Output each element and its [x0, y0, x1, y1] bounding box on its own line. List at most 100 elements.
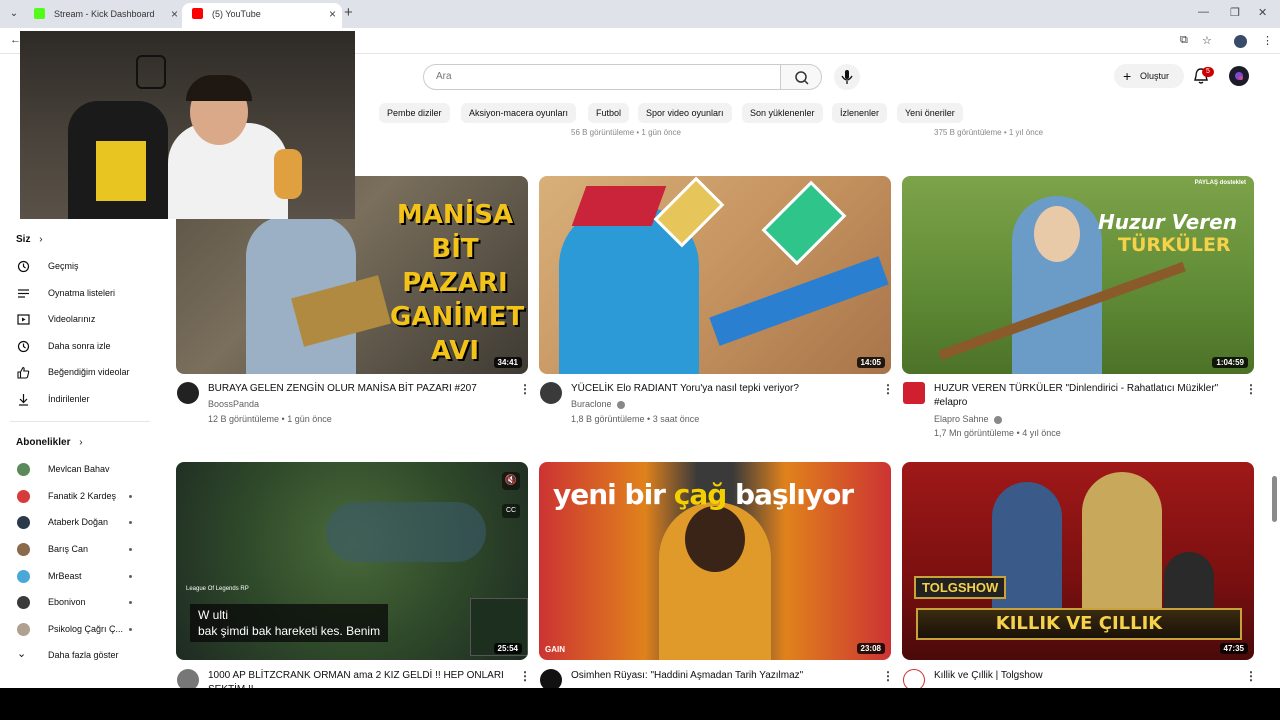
minimize-icon[interactable]: —: [1198, 6, 1209, 18]
webcam-chair-stripe: [96, 141, 146, 201]
video-preview-player[interactable]: 🔇 CC League Of Legends RP W ulti bak şim…: [176, 462, 528, 660]
video-channel[interactable]: BoossPanda: [208, 399, 259, 409]
voice-search-button[interactable]: [834, 64, 860, 90]
clock-icon: [17, 340, 30, 353]
channel-avatar[interactable]: [903, 382, 925, 404]
video-duration: 1:04:59: [1212, 357, 1248, 368]
channel-avatar[interactable]: [540, 382, 562, 404]
sidebar-item-label: Videolarınız: [48, 314, 96, 324]
thumbnail-overlay-text: yeni bir çağ başlıyor: [553, 478, 854, 511]
maximize-icon[interactable]: ❐: [1230, 6, 1240, 19]
sidebar-item-playlists[interactable]: Oynatma listeleri: [0, 281, 150, 305]
more-actions-icon[interactable]: ⋮: [1245, 669, 1257, 683]
thumbnail-show-logo: TOLGSHOW: [914, 576, 1007, 599]
mute-icon[interactable]: 🔇: [502, 472, 520, 490]
video-meta: 12 B görüntüleme • 1 gün önce: [208, 414, 332, 424]
video-thumbnail[interactable]: yeni bir çağ başlıyor GAIN 23:08: [539, 462, 891, 660]
sidebar-item-liked-videos[interactable]: Beğendiğim videolar: [0, 360, 150, 384]
close-tab-icon[interactable]: ×: [329, 3, 336, 25]
tab-search-icon[interactable]: ⌄: [6, 6, 22, 22]
more-actions-icon[interactable]: ⋮: [882, 669, 894, 683]
install-app-icon[interactable]: ⧉: [1180, 34, 1188, 47]
video-title[interactable]: BURAYA GELEN ZENGİN OLUR MANİSA BİT PAZA…: [208, 382, 508, 396]
video-thumbnail[interactable]: PAYLAŞ dosteklet Huzur Veren TÜRKÜLER 1:…: [902, 176, 1254, 374]
game-overlay-label: League Of Legends RP: [186, 586, 249, 592]
search-icon: [795, 71, 809, 85]
page-scrollbar-track[interactable]: [1268, 56, 1280, 688]
sidebar-subscriptions-header[interactable]: Abonelikler ›: [16, 437, 83, 448]
close-tab-icon[interactable]: ×: [171, 3, 178, 25]
sidebar-item-watch-later[interactable]: Daha sonra izle: [0, 334, 150, 358]
account-avatar[interactable]: [1229, 66, 1249, 86]
thumbnail-face: [685, 506, 745, 572]
video-title[interactable]: YÜCELİK Elo RADIANT Yoru'ya nasıl tepki …: [571, 382, 871, 396]
thumbs-up-icon: [17, 366, 30, 379]
more-actions-icon[interactable]: ⋮: [519, 382, 531, 396]
video-thumbnail[interactable]: 14:05: [539, 176, 891, 374]
video-duration: 14:05: [856, 357, 885, 368]
captions-icon[interactable]: CC: [502, 504, 520, 518]
thumbnail-face: [1034, 206, 1080, 262]
bookmark-star-icon[interactable]: ☆: [1202, 34, 1212, 47]
tab-title: (5) YouTube: [212, 9, 261, 19]
page-scrollbar-thumb[interactable]: [1272, 476, 1277, 522]
sidebar-sub-label: Fanatik 2 Kardeş: [48, 491, 117, 501]
caption-box: W ulti bak şimdi bak hareketi kes. Benim: [190, 604, 389, 642]
sidebar-item-history[interactable]: Geçmiş: [0, 254, 150, 278]
chip-yeni-oneriler[interactable]: Yeni öneriler: [897, 103, 963, 123]
thumbnail-logo: GAIN: [545, 645, 565, 654]
browser-menu-icon[interactable]: ⋮: [1262, 34, 1273, 47]
more-actions-icon[interactable]: ⋮: [1245, 382, 1257, 396]
chevron-right-icon: ›: [39, 234, 43, 245]
channel-name: Elapro Sahne: [934, 414, 989, 424]
new-content-dot: [129, 521, 132, 524]
sidebar-sub-item[interactable]: Ataberk Doğan: [0, 510, 150, 534]
video-thumbnail[interactable]: TOLGSHOW KILLIK VE ÇILLIK 47:35: [902, 462, 1254, 660]
video-title[interactable]: HUZUR VEREN TÜRKÜLER "Dinlendirici - Rah…: [934, 382, 1234, 410]
sidebar-item-your-videos[interactable]: Videolarınız: [0, 307, 150, 331]
sidebar-sub-item[interactable]: Ebonivon: [0, 590, 150, 614]
channel-name: Buraclone: [571, 399, 612, 409]
close-window-icon[interactable]: ✕: [1258, 6, 1267, 19]
sidebar-sub-item[interactable]: Fanatik 2 Kardeş: [0, 484, 150, 508]
sidebar-sub-label: Barış Can: [48, 544, 89, 554]
more-actions-icon[interactable]: ⋮: [519, 669, 531, 683]
sidebar-sub-item[interactable]: Psikolog Çağrı Ç...: [0, 617, 150, 641]
history-icon: [17, 260, 30, 273]
sidebar-sub-label: MrBeast: [48, 571, 82, 581]
chip-pembe-diziler[interactable]: Pembe diziler: [379, 103, 450, 123]
profile-icon[interactable]: [1234, 35, 1247, 48]
sidebar-show-more[interactable]: ⌄ Daha fazla göster: [0, 643, 150, 667]
chip-izlenenler[interactable]: İzlenenler: [832, 103, 888, 123]
chevron-down-icon: ⌄: [17, 648, 27, 660]
video-duration: 34:41: [493, 357, 522, 368]
sidebar-sub-item[interactable]: MrBeast: [0, 564, 150, 588]
video-title[interactable]: Osimhen Rüyası: "Haddini Aşmadan Tarih Y…: [571, 669, 871, 683]
chip-spor-video-oyunlari[interactable]: Spor video oyunları: [638, 103, 732, 123]
tab-kick-dashboard[interactable]: Stream - Kick Dashboard ×: [24, 3, 184, 28]
video-title[interactable]: Kıllik ve Çıllik | Tolgshow: [934, 669, 1234, 683]
search-button[interactable]: [780, 64, 822, 90]
video-channel[interactable]: Buraclone: [571, 399, 626, 409]
tab-youtube[interactable]: (5) YouTube ×: [182, 3, 342, 28]
chip-aksiyon-macera[interactable]: Aksiyon-macera oyunları: [461, 103, 577, 123]
chip-futbol[interactable]: Futbol: [588, 103, 630, 123]
overlay-part: başlıyor: [726, 478, 854, 511]
sidebar-item-downloads[interactable]: İndirilenler: [0, 387, 150, 411]
chip-son-yuklenenler[interactable]: Son yüklenenler: [742, 103, 823, 123]
new-tab-icon[interactable]: +: [344, 4, 353, 21]
sidebar-item-label: Daha sonra izle: [48, 341, 111, 351]
sidebar-sub-item[interactable]: Barış Can: [0, 537, 150, 561]
channel-avatar[interactable]: [177, 382, 199, 404]
video-channel[interactable]: Elapro Sahne: [934, 414, 1003, 424]
sidebar-item-label: Oynatma listeleri: [48, 288, 116, 298]
create-button[interactable]: + Oluştur: [1114, 64, 1184, 88]
thumbnail-overlay-text: Huzur Veren: [1098, 210, 1237, 234]
sidebar-sub-item[interactable]: Mevlcan Bahav: [0, 457, 150, 481]
search-input[interactable]: Ara: [423, 64, 781, 90]
thumbnail-hair: [571, 186, 667, 226]
more-actions-icon[interactable]: ⋮: [882, 382, 894, 396]
thumbnail-map-river: [326, 502, 486, 562]
sidebar-you-header[interactable]: Siz ›: [16, 234, 43, 245]
microphone-icon: [841, 70, 853, 84]
